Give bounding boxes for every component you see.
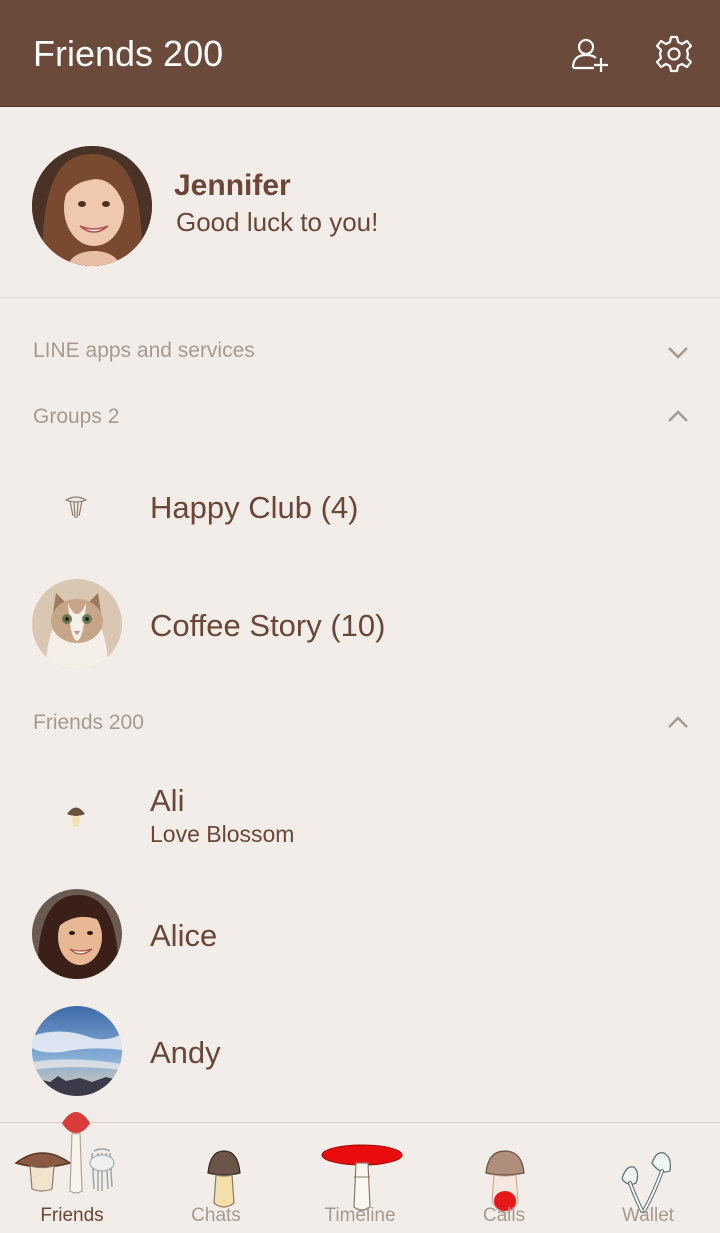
profile-status-message: Good luck to you!: [176, 207, 379, 237]
tab-label: Friends: [40, 1205, 104, 1226]
list-item[interactable]: Coffee Story (10): [0, 566, 720, 686]
list-item[interactable]: Alice: [0, 876, 720, 992]
mushroom-group-icon: [14, 1112, 115, 1194]
section-header-groups[interactable]: Groups 2: [33, 404, 119, 430]
mushroom-timeline-icon: [321, 1144, 403, 1211]
section-header-services[interactable]: LINE apps and services: [33, 338, 255, 364]
tab-label: Timeline: [324, 1205, 396, 1226]
list-item[interactable]: Andy: [0, 993, 720, 1109]
tab-timeline[interactable]: Timeline: [288, 1123, 432, 1233]
tab-label: Calls: [482, 1205, 526, 1226]
tab-friends[interactable]: Friends: [0, 1112, 144, 1233]
chevron-up-icon[interactable]: [664, 708, 692, 736]
profile-name: Jennifer: [174, 169, 291, 202]
tab-label: Wallet: [621, 1205, 675, 1226]
gear-icon[interactable]: [654, 34, 694, 74]
tab-calls[interactable]: Calls: [432, 1123, 576, 1233]
bottom-tab-bar: Friends Chats Timeline Calls Wallet: [0, 1112, 720, 1233]
mushroom-chats-icon: [207, 1150, 241, 1208]
avatar: [32, 889, 122, 979]
friend-name: Andy: [150, 1035, 221, 1070]
avatar-photo-sky: [32, 1006, 122, 1096]
tab-wallet[interactable]: Wallet: [576, 1123, 720, 1233]
friend-name: Ali: [150, 783, 185, 818]
mushroom-cluster-icon: [64, 496, 88, 519]
section-header-friends[interactable]: Friends 200: [33, 710, 144, 736]
my-profile[interactable]: Jennifer Good luck to you!: [0, 107, 720, 298]
tab-label: Chats: [191, 1205, 241, 1226]
chevron-down-icon[interactable]: [664, 338, 692, 366]
add-friend-icon[interactable]: [570, 34, 610, 74]
cat-photo: [32, 579, 122, 669]
avatar[interactable]: [32, 146, 152, 266]
avatar: [32, 1006, 122, 1096]
list-item[interactable]: Ali Love Blossom: [0, 760, 720, 876]
page-title: Friends 200: [33, 33, 224, 74]
list-item[interactable]: Happy Club (4): [0, 450, 720, 566]
avatar-photo-alice: [32, 889, 122, 979]
tab-chats[interactable]: Chats: [144, 1123, 288, 1233]
mushroom-avatar-icon: [67, 807, 85, 827]
avatar-photo-jennifer: [32, 146, 152, 266]
avatar: [32, 579, 122, 669]
group-name: Coffee Story (10): [150, 608, 386, 643]
group-name: Happy Club (4): [150, 490, 359, 525]
app-header: Friends 200: [0, 0, 720, 107]
friend-name: Alice: [150, 918, 218, 953]
friend-status: Love Blossom: [150, 821, 295, 847]
chevron-up-icon[interactable]: [664, 402, 692, 430]
